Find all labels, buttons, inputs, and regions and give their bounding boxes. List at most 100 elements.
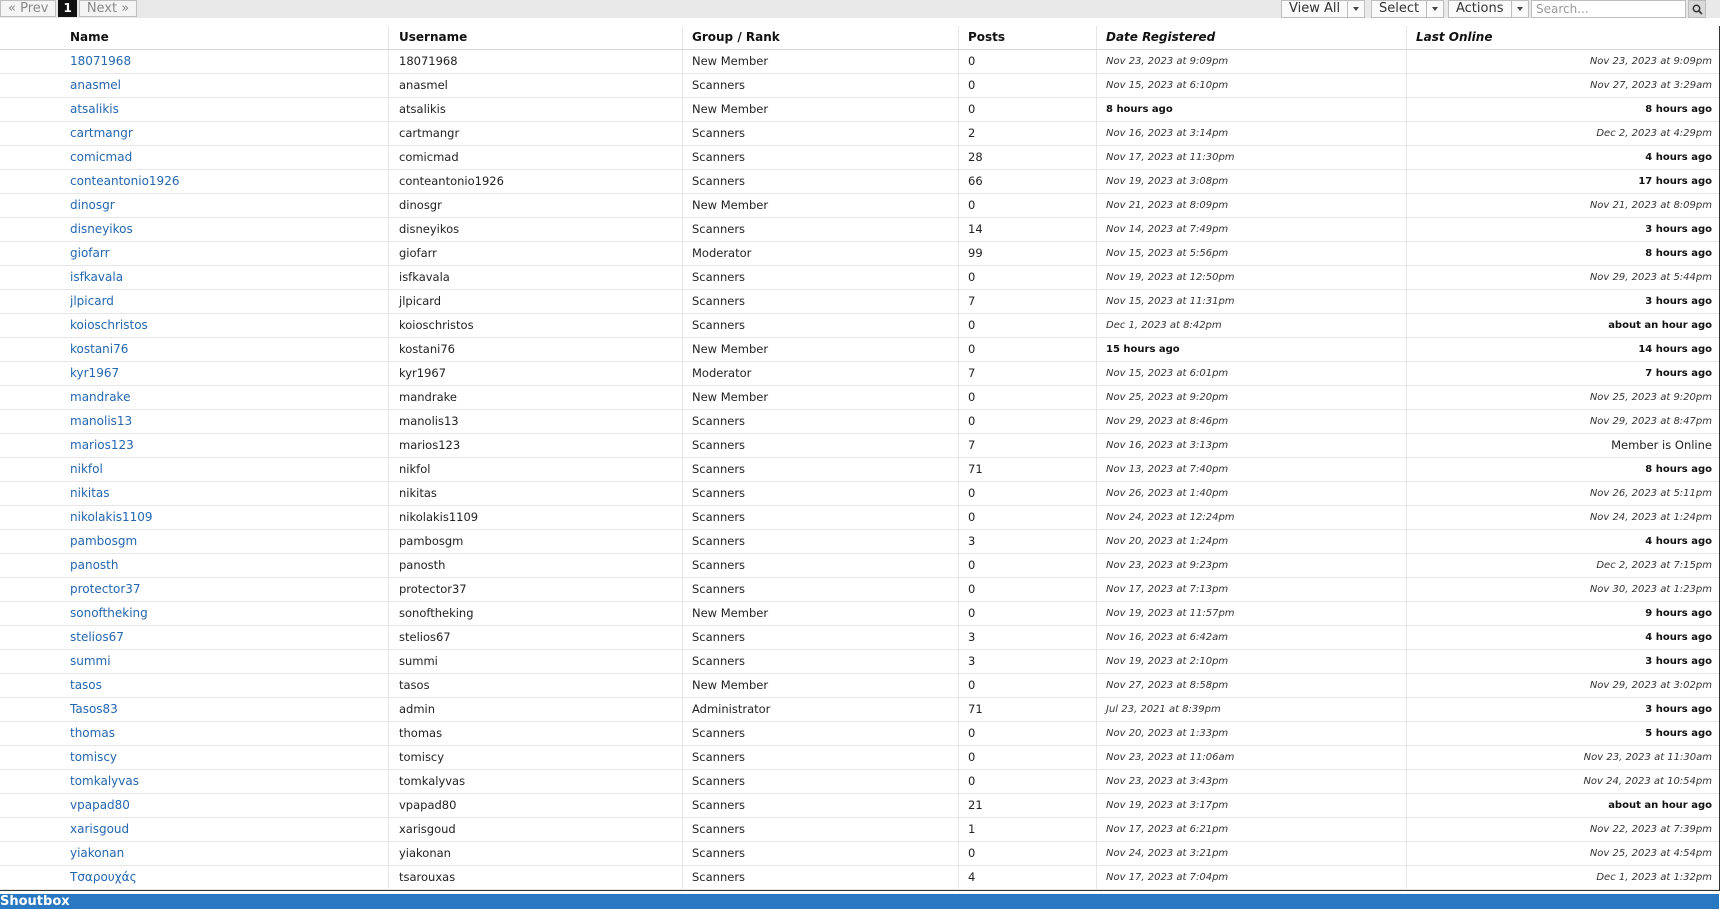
member-profile-link[interactable]: tomkalyvas [70,774,139,788]
member-profile-link[interactable]: nikfol [70,462,103,476]
username-cell: kostani76 [388,338,682,361]
username-cell: comicmad [388,146,682,169]
member-profile-link[interactable]: conteantonio1926 [70,174,179,188]
posts-cell: 0 [958,554,1096,577]
chevron-down-icon[interactable] [1510,1,1528,17]
member-profile-link[interactable]: isfkavala [70,270,123,284]
member-profile-link[interactable]: Τσαρουχάς [70,870,137,884]
group-cell: Moderator [682,242,958,265]
actions-label[interactable]: Actions [1449,1,1511,17]
member-profile-link[interactable]: vpapad80 [70,798,130,812]
date-registered-cell: Nov 20, 2023 at 1:33pm [1096,722,1406,745]
username-cell: tasos [388,674,682,697]
member-profile-link[interactable]: koioschristos [70,318,148,332]
next-page-button[interactable]: Next » [78,0,138,17]
group-cell: Scanners [682,170,958,193]
member-profile-link[interactable]: summi [70,654,111,668]
last-online-cell: 17 hours ago [1406,170,1712,193]
member-profile-link[interactable]: protector37 [70,582,141,596]
search-button[interactable] [1688,0,1706,18]
shoutbox-header[interactable]: Shoutbox [0,894,1719,909]
name-cell: 18071968 [70,50,388,73]
last-online-cell: 3 hours ago [1406,698,1712,721]
member-profile-link[interactable]: thomas [70,726,115,740]
member-profile-link[interactable]: Tasos83 [70,702,118,716]
member-profile-link[interactable]: manolis13 [70,414,132,428]
last-online-cell: 4 hours ago [1406,146,1712,169]
member-profile-link[interactable]: pambosgm [70,534,137,548]
name-cell: nikitas [70,482,388,505]
table-row: thomas thomas Scanners 0 Nov 20, 2023 at 1:3… [0,722,1719,746]
actions-dropdown[interactable]: Actions [1448,0,1529,18]
column-header-posts[interactable]: Posts [958,26,1096,49]
posts-cell: 0 [958,194,1096,217]
last-online-cell: Nov 26, 2023 at 5:11pm [1406,482,1712,505]
member-profile-link[interactable]: tasos [70,678,102,692]
last-online-cell: Nov 21, 2023 at 8:09pm [1406,194,1712,217]
name-cell: tomkalyvas [70,770,388,793]
username-cell: admin [388,698,682,721]
table-row: sonoftheking sonoftheking New Member 0 Nov 1… [0,602,1719,626]
member-profile-link[interactable]: nikolakis1109 [70,510,153,524]
group-cell: Scanners [682,434,958,457]
member-profile-link[interactable]: mandrake [70,390,130,404]
member-profile-link[interactable]: anasmel [70,78,121,92]
prev-page-button[interactable]: « Prev [0,0,57,17]
table-row: cartmangr cartmangr Scanners 2 Nov 16, 2023 … [0,122,1719,146]
member-profile-link[interactable]: comicmad [70,150,132,164]
member-profile-link[interactable]: cartmangr [70,126,133,140]
member-table: Name Username Group / Rank Posts Date Re… [0,26,1720,891]
column-header-group[interactable]: Group / Rank [682,26,958,49]
last-online-cell: Nov 29, 2023 at 5:44pm [1406,266,1712,289]
chevron-down-icon[interactable] [1426,1,1443,17]
table-row: xarisgoud xarisgoud Scanners 1 Nov 17, 2023 … [0,818,1719,842]
name-cell: nikfol [70,458,388,481]
column-header-name[interactable]: Name [70,26,388,49]
member-profile-link[interactable]: marios123 [70,438,134,452]
column-header-username[interactable]: Username [388,26,682,49]
table-row: Tasos83 admin Administrator 71 Jul 23, 2021 … [0,698,1719,722]
name-cell: Τσαρουχάς [70,866,388,889]
member-profile-link[interactable]: jlpicard [70,294,114,308]
group-cell: Scanners [682,314,958,337]
table-row: kyr1967 kyr1967 Moderator 7 Nov 15, 2023 at … [0,362,1719,386]
member-profile-link[interactable]: kyr1967 [70,366,119,380]
member-profile-link[interactable]: 18071968 [70,54,131,68]
member-profile-link[interactable]: sonoftheking [70,606,148,620]
view-all-dropdown[interactable]: View All [1281,0,1366,18]
member-profile-link[interactable]: giofarr [70,246,110,260]
username-cell: isfkavala [388,266,682,289]
view-all-label[interactable]: View All [1282,1,1347,17]
table-row: marios123 marios123 Scanners 7 Nov 16, 2023 … [0,434,1719,458]
date-registered-cell: Nov 15, 2023 at 6:10pm [1096,74,1406,97]
posts-cell: 0 [958,266,1096,289]
posts-cell: 0 [958,386,1096,409]
posts-cell: 3 [958,626,1096,649]
member-profile-link[interactable]: atsalikis [70,102,119,116]
select-label[interactable]: Select [1372,1,1426,17]
member-profile-link[interactable]: xarisgoud [70,822,129,836]
chevron-down-icon[interactable] [1347,1,1364,17]
posts-cell: 7 [958,290,1096,313]
member-profile-link[interactable]: disneyikos [70,222,133,236]
search-icon[interactable] [1692,4,1703,15]
name-cell: manolis13 [70,410,388,433]
posts-cell: 0 [958,842,1096,865]
table-row: summi summi Scanners 3 Nov 19, 2023 at 2:10p… [0,650,1719,674]
last-online-cell: 8 hours ago [1406,242,1712,265]
select-dropdown[interactable]: Select [1371,0,1445,18]
search-input[interactable] [1531,0,1686,18]
current-page-number[interactable]: 1 [58,0,77,17]
member-profile-link[interactable]: stelios67 [70,630,124,644]
member-profile-link[interactable]: yiakonan [70,846,124,860]
last-online-cell: 7 hours ago [1406,362,1712,385]
member-profile-link[interactable]: panosth [70,558,118,572]
table-row: panosth panosth Scanners 0 Nov 23, 2023 at 9… [0,554,1719,578]
member-profile-link[interactable]: kostani76 [70,342,128,356]
member-profile-link[interactable]: tomiscy [70,750,117,764]
column-header-last-online[interactable]: Last Online [1406,26,1712,49]
member-profile-link[interactable]: nikitas [70,486,110,500]
column-header-date-registered[interactable]: Date Registered [1096,26,1406,49]
name-cell: mandrake [70,386,388,409]
member-profile-link[interactable]: dinosgr [70,198,115,212]
